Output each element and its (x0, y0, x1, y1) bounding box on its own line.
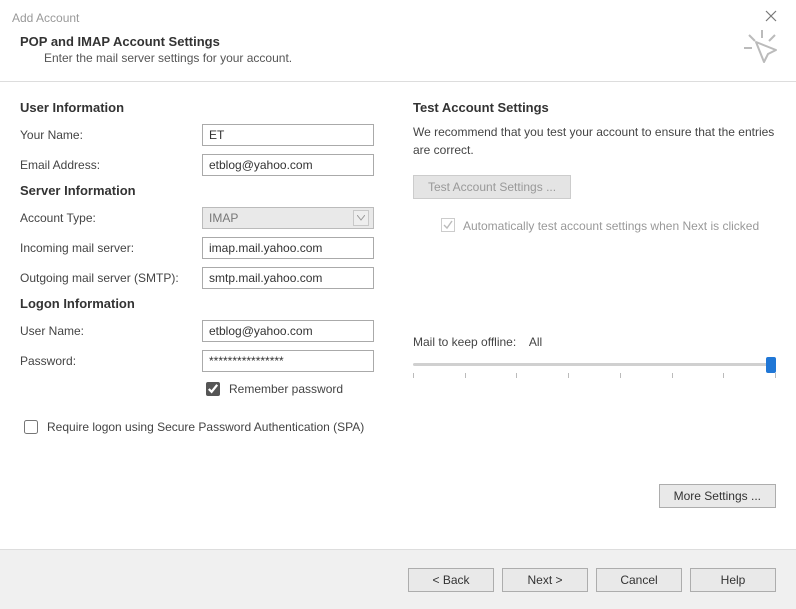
your-name-field[interactable] (202, 124, 374, 146)
incoming-server-label: Incoming mail server: (20, 241, 202, 255)
close-icon[interactable] (756, 9, 786, 27)
slider-thumb[interactable] (766, 357, 776, 373)
auto-test-label: Automatically test account settings when… (463, 217, 759, 235)
wizard-cursor-icon (742, 28, 782, 68)
remember-password-label: Remember password (229, 382, 343, 396)
window-title: Add Account (12, 11, 79, 25)
auto-test-checkbox (441, 218, 455, 232)
account-type-select: IMAP (202, 207, 374, 229)
require-spa-checkbox[interactable] (24, 420, 38, 434)
mail-offline-slider[interactable] (413, 357, 776, 383)
user-name-label: User Name: (20, 324, 202, 338)
page-title: POP and IMAP Account Settings (20, 34, 776, 49)
test-account-settings-heading: Test Account Settings (413, 100, 776, 115)
help-button[interactable]: Help (690, 568, 776, 592)
account-type-label: Account Type: (20, 211, 202, 225)
password-field[interactable] (202, 350, 374, 372)
mail-offline-value: All (529, 335, 542, 349)
your-name-label: Your Name: (20, 128, 202, 142)
test-account-settings-description: We recommend that you test your account … (413, 123, 776, 159)
user-name-field[interactable] (202, 320, 374, 342)
user-information-heading: User Information (20, 100, 383, 115)
page-subtitle: Enter the mail server settings for your … (44, 51, 776, 65)
mail-offline-label: Mail to keep offline: (413, 335, 516, 349)
remember-password-checkbox[interactable] (206, 382, 220, 396)
incoming-server-field[interactable] (202, 237, 374, 259)
header-divider (0, 81, 796, 82)
chevron-down-icon (353, 210, 369, 226)
logon-information-heading: Logon Information (20, 296, 383, 311)
slider-track (413, 363, 776, 366)
server-information-heading: Server Information (20, 183, 383, 198)
password-label: Password: (20, 354, 202, 368)
cancel-button[interactable]: Cancel (596, 568, 682, 592)
next-button[interactable]: Next > (502, 568, 588, 592)
email-address-field[interactable] (202, 154, 374, 176)
account-type-value: IMAP (209, 211, 238, 225)
more-settings-button[interactable]: More Settings ... (659, 484, 776, 508)
test-account-settings-button[interactable]: Test Account Settings ... (413, 175, 571, 199)
outgoing-server-field[interactable] (202, 267, 374, 289)
require-spa-label: Require logon using Secure Password Auth… (47, 420, 364, 434)
outgoing-server-label: Outgoing mail server (SMTP): (20, 271, 202, 285)
slider-ticks (413, 373, 776, 379)
back-button[interactable]: < Back (408, 568, 494, 592)
email-address-label: Email Address: (20, 158, 202, 172)
